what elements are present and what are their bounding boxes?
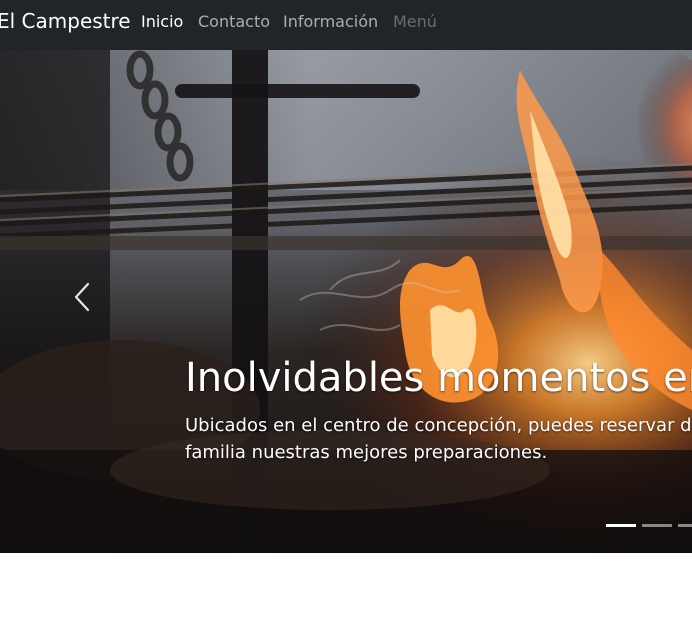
nav-link-contacto[interactable]: Contacto xyxy=(198,12,270,31)
nav-link-menu[interactable]: Menú xyxy=(393,12,437,31)
carousel-indicator-1[interactable] xyxy=(606,524,636,527)
carousel-prev-button[interactable] xyxy=(62,272,102,322)
slide-description: Ubicados en el centro de concepción, pue… xyxy=(185,415,692,463)
hero-image xyxy=(0,50,692,553)
carousel-indicator-2[interactable] xyxy=(642,524,672,527)
nav-link-informacion[interactable]: Información xyxy=(283,12,378,31)
navbar: El Campestre Inicio Contacto Información… xyxy=(0,0,692,50)
carousel-indicator-3[interactable] xyxy=(678,524,692,527)
hero-carousel: Inolvidables momentos en Ubicados en el … xyxy=(0,50,692,553)
navbar-brand[interactable]: El Campestre xyxy=(0,9,131,33)
chevron-left-icon xyxy=(74,282,90,312)
nav-link-inicio[interactable]: Inicio xyxy=(141,12,183,31)
slide-title: Inolvidables momentos en xyxy=(185,355,692,401)
